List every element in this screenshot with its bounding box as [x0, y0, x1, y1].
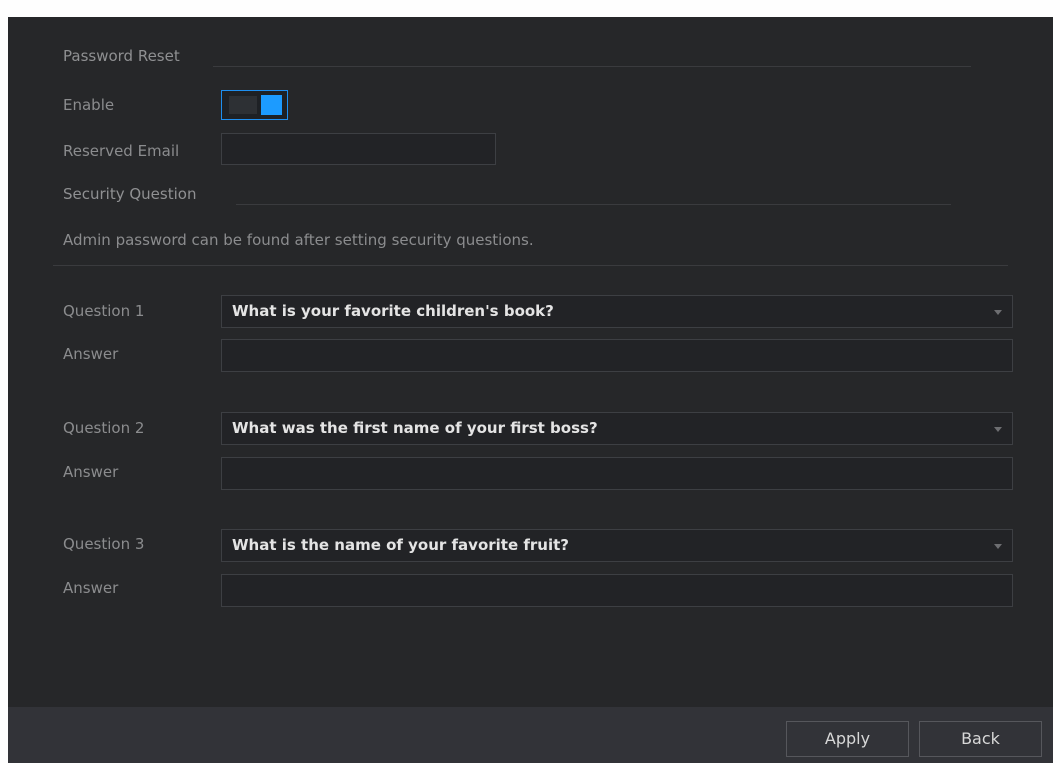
toggle-track	[229, 96, 257, 114]
section-divider	[236, 204, 951, 205]
question-3-select[interactable]: What is the name of your favorite fruit?	[221, 529, 1013, 562]
answer-2-label: Answer	[63, 463, 119, 481]
toggle-knob	[261, 95, 282, 115]
question-1-selected-value: What is your favorite children's book?	[232, 302, 554, 320]
question-2-select[interactable]: What was the first name of your first bo…	[221, 412, 1013, 445]
back-button[interactable]: Back	[919, 721, 1042, 757]
answer-3-label: Answer	[63, 579, 119, 597]
enable-toggle[interactable]	[221, 90, 288, 120]
question-1-label: Question 1	[63, 302, 145, 320]
apply-button[interactable]: Apply	[786, 721, 909, 757]
section-divider	[213, 66, 971, 67]
security-hint: Admin password can be found after settin…	[63, 231, 534, 249]
chevron-down-icon	[994, 310, 1002, 315]
chevron-down-icon	[994, 427, 1002, 432]
section-title-security-question: Security Question	[63, 185, 197, 203]
question-3-label: Question 3	[63, 535, 145, 553]
hint-divider	[53, 265, 1008, 266]
footer-bar: Apply Back	[8, 707, 1053, 763]
answer-1-label: Answer	[63, 345, 119, 363]
question-3-selected-value: What is the name of your favorite fruit?	[232, 536, 569, 554]
question-1-select[interactable]: What is your favorite children's book?	[221, 295, 1013, 328]
question-2-label: Question 2	[63, 419, 145, 437]
chevron-down-icon	[994, 544, 1002, 549]
enable-label: Enable	[63, 96, 115, 114]
password-reset-panel: Password Reset Enable Reserved Email Sec…	[8, 17, 1053, 763]
reserved-email-input[interactable]	[221, 133, 496, 165]
section-title-password-reset: Password Reset	[63, 47, 180, 65]
question-2-selected-value: What was the first name of your first bo…	[232, 419, 598, 437]
answer-3-input[interactable]	[221, 574, 1013, 607]
reserved-email-label: Reserved Email	[63, 142, 180, 160]
answer-1-input[interactable]	[221, 339, 1013, 372]
answer-2-input[interactable]	[221, 457, 1013, 490]
